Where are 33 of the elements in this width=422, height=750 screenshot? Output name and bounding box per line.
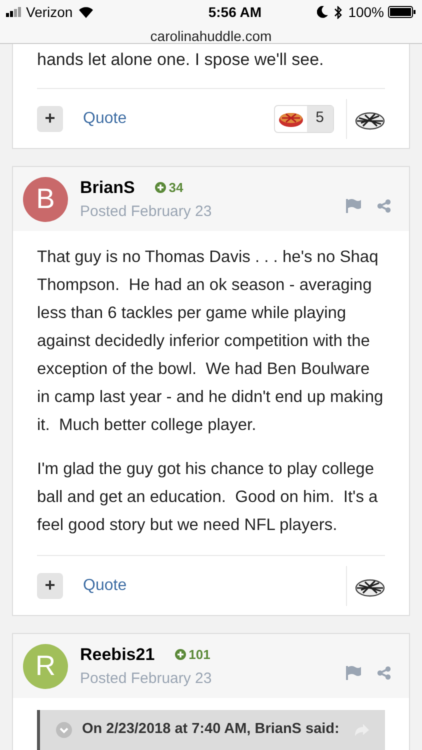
moon-icon [317, 6, 328, 18]
wifi-icon [78, 6, 93, 18]
flag-icon[interactable] [346, 199, 361, 213]
post-date: Posted February 23 [80, 668, 212, 688]
author-name[interactable]: BrianS [80, 175, 135, 200]
plus-circle-icon [174, 649, 186, 660]
share-icon[interactable] [377, 666, 391, 680]
clock-time: 5:56 AM [207, 2, 262, 22]
quote-link[interactable]: Quote [83, 574, 127, 598]
flag-icon[interactable] [346, 666, 361, 680]
post-date: Posted February 23 [80, 202, 212, 222]
reputation-count: 34 [168, 179, 184, 197]
reaction-count: 5 [306, 106, 333, 132]
quote-link[interactable]: Quote [83, 106, 127, 130]
signal-icon [6, 7, 22, 17]
share-icon[interactable] [377, 199, 391, 213]
avatar[interactable]: B [23, 176, 68, 222]
plus-circle-icon [154, 182, 166, 194]
quote-header: On 2/23/2018 at 7:40 AM, BrianS said: [82, 720, 340, 740]
reaction-count-badge[interactable]: 5 [274, 104, 334, 132]
battery-percent: 100% [348, 2, 384, 22]
author-name[interactable]: Reebis21 [80, 642, 155, 668]
chevron-down-icon[interactable] [56, 722, 72, 738]
post-text: I'm glad the guy got his chance to play college ball and get an education. Good on him. It's a feel good story but we need NFL players. [37, 459, 379, 536]
post-text: That guy is no Thomas Davis . . . he's no Shaq Thompson. He had an ok season - averaging less than 6 tackles per game while playing against decidedly inferior competition with the exception of the bowl. We had Ben Boulware in camp last year - and he didn't end up making it. Much better college player. [37, 247, 384, 436]
url-text: carolinahuddle.com [149, 27, 273, 46]
plus-button[interactable]: + [37, 106, 63, 132]
plus-button[interactable]: + [37, 572, 63, 598]
carrier-name: Verizon [26, 2, 73, 22]
post-text: hands let alone one. I spose we'll see. [36, 49, 325, 71]
bluetooth-icon [334, 6, 342, 18]
reputation-count: 101 [188, 646, 210, 664]
battery-icon [388, 6, 416, 18]
